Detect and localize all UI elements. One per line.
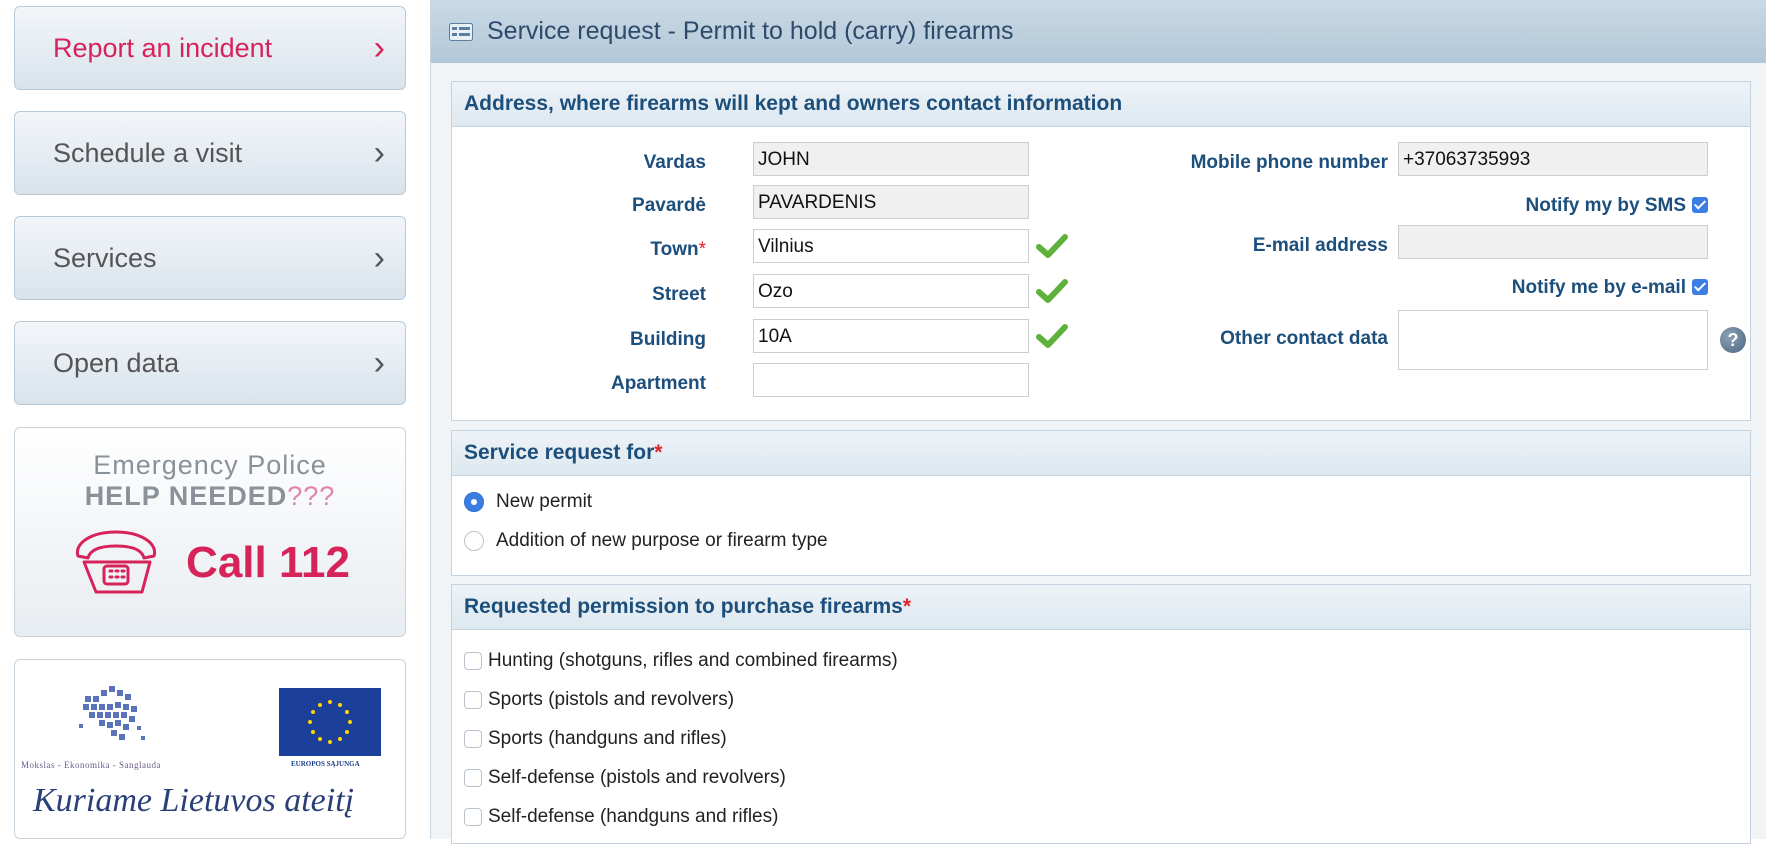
sidebar-item-services[interactable]: Services ›	[14, 216, 406, 300]
checkbox[interactable]	[464, 652, 482, 670]
other-contact-field[interactable]	[1398, 310, 1708, 370]
help-icon[interactable]: ?	[1720, 327, 1746, 353]
sidebar-item-schedule-visit[interactable]: Schedule a visit ›	[14, 111, 406, 195]
call-112-label: Call 112	[186, 538, 350, 587]
purchase-header: Requested permission to purchase firearm…	[452, 585, 1750, 630]
emergency-line2: HELP NEEDED???	[84, 481, 336, 511]
sidebar-item-open-data[interactable]: Open data ›	[14, 321, 406, 405]
eu-funding-logos: Mokslas - Ekonomika - Sanglauda EUROPOS …	[14, 659, 406, 839]
logo-caption-right: EUROPOS SĄJUNGA	[291, 760, 360, 768]
vardas-field[interactable]: JOHN	[753, 142, 1029, 176]
valid-checkmark-icon	[1036, 324, 1068, 348]
radio-label: New permit	[496, 491, 593, 512]
logo-motto: Kuriame Lietuvos ateitį	[33, 782, 355, 819]
email-label: E-mail address	[1252, 235, 1388, 256]
page-title-bar: Service request - Permit to hold (carry)…	[431, 0, 1766, 63]
address-section-header: Address, where firearms will kept and ow…	[452, 82, 1750, 127]
pavarde-field[interactable]: PAVARDENIS	[753, 185, 1029, 219]
sidebar-item-label: Open data	[53, 347, 180, 378]
chevron-right-icon: ›	[373, 344, 385, 382]
request-for-section: Service request for * New permit Addition…	[451, 430, 1751, 576]
sidebar-item-label: Report an incident	[53, 32, 273, 63]
address-section: Address, where firearms will kept and ow…	[451, 81, 1751, 421]
checkbox[interactable]	[464, 691, 482, 709]
notify-sms-label: Notify my by SMS	[1525, 195, 1686, 216]
mobile-phone-field[interactable]: +37063735993	[1398, 142, 1708, 176]
page-title: Service request - Permit to hold (carry)…	[487, 17, 1014, 45]
eu-flag-logo	[279, 688, 381, 756]
apartment-label: Apartment	[610, 373, 706, 394]
checkbox[interactable]	[464, 769, 482, 787]
checkbox-sports-handguns[interactable]: Sports (handguns and rifles)	[464, 728, 727, 750]
building-label: Building	[630, 329, 706, 350]
checkbox-label: Self-defense (pistols and revolvers)	[488, 767, 786, 788]
request-for-header: Service request for *	[452, 431, 1750, 476]
radio-addition-purpose[interactable]: Addition of new purpose or firearm type	[464, 530, 828, 552]
purchase-section: Requested permission to purchase firearm…	[451, 584, 1751, 844]
checkbox[interactable]	[464, 730, 482, 748]
sidebar-item-label: Services	[53, 242, 157, 273]
chevron-right-icon: ›	[373, 134, 385, 172]
notify-email-label: Notify me by e-mail	[1511, 277, 1686, 298]
checkbox-selfdefense-pistols[interactable]: Self-defense (pistols and revolvers)	[464, 767, 786, 789]
valid-checkmark-icon	[1036, 279, 1068, 303]
checkbox-hunting[interactable]: Hunting (shotguns, rifles and combined f…	[464, 650, 898, 672]
pavarde-label: Pavardė	[632, 195, 706, 216]
street-field[interactable]: Ozo	[753, 274, 1029, 308]
main-panel: Service request - Permit to hold (carry)…	[430, 0, 1766, 844]
vardas-label: Vardas	[643, 152, 706, 173]
notify-email-checkbox[interactable]	[1692, 279, 1708, 295]
mobile-phone-label: Mobile phone number	[1190, 152, 1388, 173]
checkbox-sports-pistols[interactable]: Sports (pistols and revolvers)	[464, 689, 734, 711]
chevron-right-icon: ›	[373, 29, 385, 67]
checkbox[interactable]	[464, 808, 482, 826]
radio-unselected[interactable]	[464, 531, 484, 551]
chevron-right-icon: ›	[373, 239, 385, 277]
checkbox-label: Sports (pistols and revolvers)	[488, 689, 735, 710]
emergency-call-banner[interactable]: Emergency Police HELP NEEDED??? Call 112	[14, 427, 406, 637]
form-icon	[449, 22, 473, 41]
notify-sms-checkbox[interactable]	[1692, 197, 1708, 213]
telephone-icon	[75, 530, 157, 594]
building-field[interactable]: 10A	[753, 319, 1029, 353]
apartment-field[interactable]	[753, 363, 1029, 397]
radio-label: Addition of new purpose or firearm type	[496, 530, 828, 551]
email-field[interactable]	[1398, 225, 1708, 259]
checkbox-label: Self-defense (handguns and rifles)	[488, 806, 779, 827]
street-label: Street	[652, 284, 706, 305]
checkbox-selfdefense-handguns[interactable]: Self-defense (handguns and rifles)	[464, 806, 778, 828]
lithuania-map-logo	[79, 686, 145, 740]
radio-new-permit[interactable]: New permit	[464, 491, 592, 513]
checkbox-label: Hunting (shotguns, rifles and combined f…	[488, 650, 898, 671]
logo-caption-left: Mokslas - Ekonomika - Sanglauda	[21, 760, 161, 770]
radio-selected[interactable]	[464, 492, 484, 512]
other-contact-label: Other contact data	[1220, 328, 1388, 349]
valid-checkmark-icon	[1036, 234, 1068, 258]
sidebar-item-label: Schedule a visit	[53, 137, 243, 168]
checkbox-label: Sports (handguns and rifles)	[488, 728, 727, 749]
town-label: Town*	[650, 239, 706, 260]
town-field[interactable]: Vilnius	[753, 229, 1029, 263]
sidebar-item-report-incident[interactable]: Report an incident ›	[14, 6, 406, 90]
emergency-line1: Emergency Police	[93, 450, 327, 480]
